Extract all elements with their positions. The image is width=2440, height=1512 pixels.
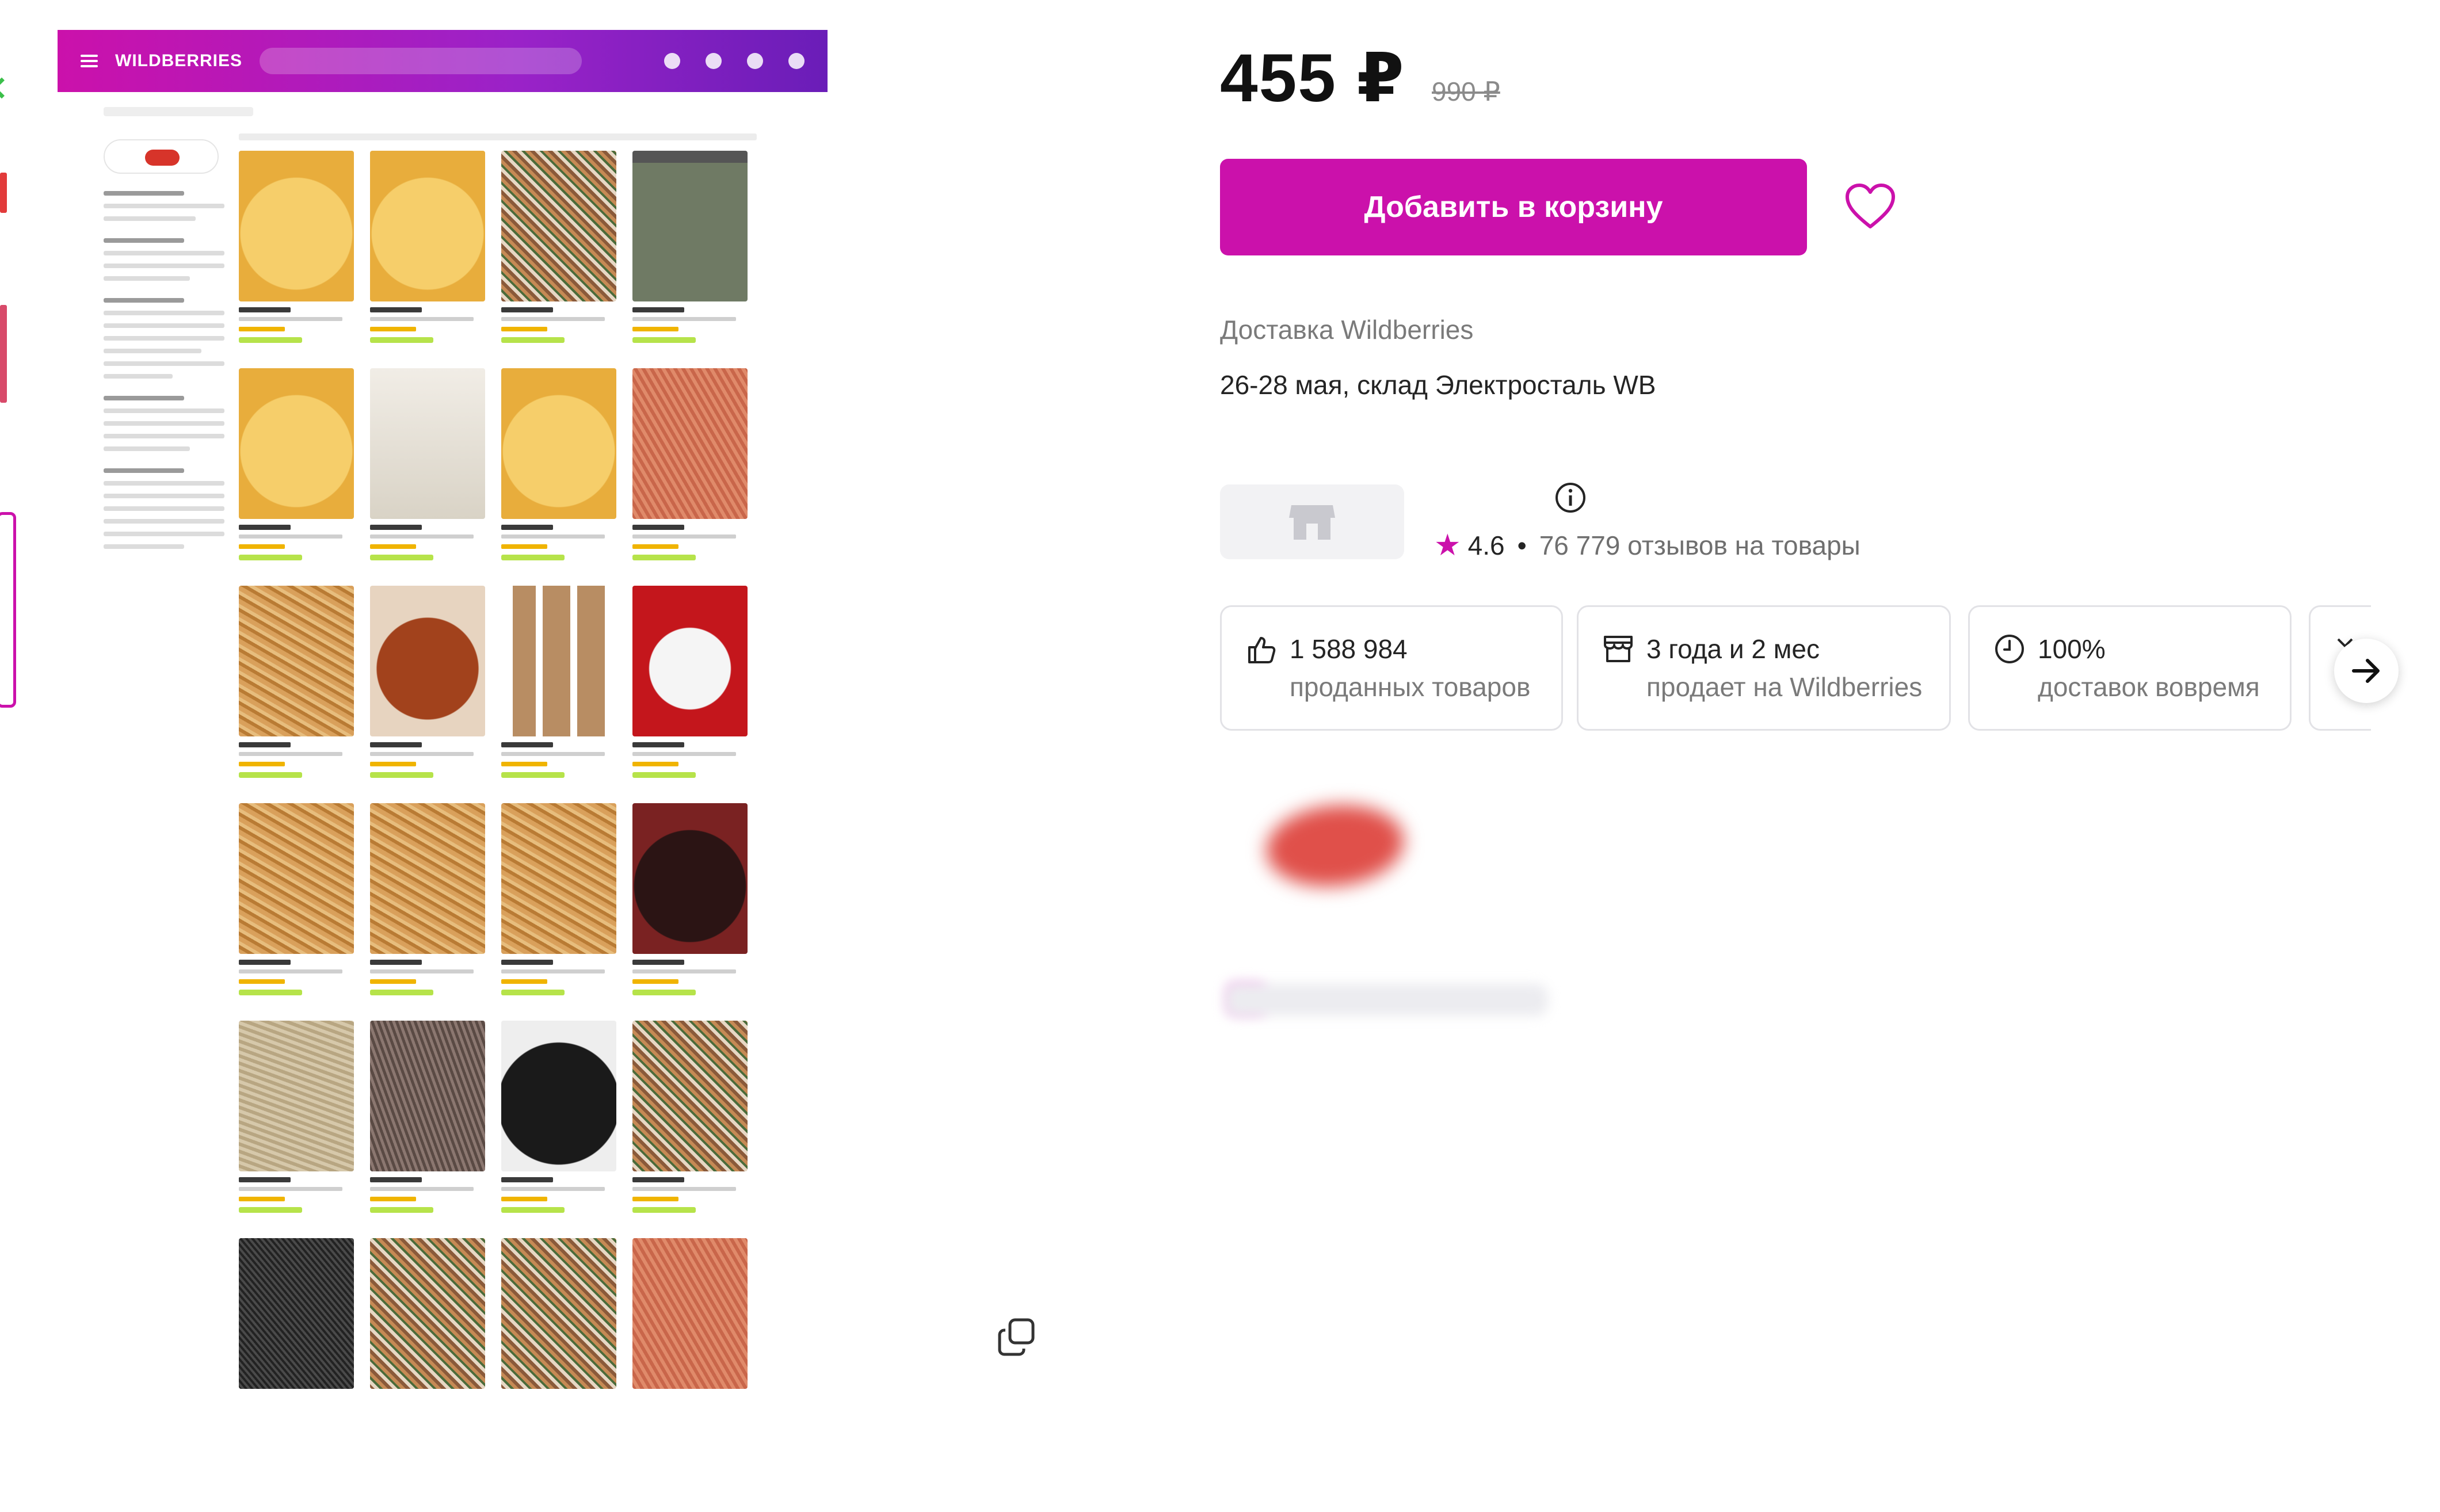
image-product-card [370, 1021, 485, 1238]
image-breadcrumb [104, 107, 253, 116]
copy-icon[interactable] [997, 1316, 1039, 1358]
image-product-card [632, 151, 748, 368]
stat-caption: продает на Wildberries [1646, 672, 1923, 702]
seller-rating-row[interactable]: ★ 4.6 • 76 779 отзывов на товары [1434, 528, 1860, 563]
image-product-card [239, 586, 354, 803]
store-icon [1604, 636, 1633, 662]
thumbnail-selected[interactable] [0, 512, 16, 708]
thumbs-up-icon [1248, 637, 1276, 663]
image-product-card [370, 803, 485, 1021]
image-product-card [501, 586, 616, 803]
stat-card-tenure: 3 года и 2 мес продает на Wildberries [1577, 605, 1951, 731]
image-product-card [370, 151, 485, 368]
image-filters-sidebar [104, 139, 224, 557]
image-product-card [501, 1021, 616, 1238]
stat-value: 1 588 984 [1290, 634, 1408, 664]
image-product-card [501, 151, 616, 368]
image-header-icons [664, 53, 805, 69]
menu-icon [81, 55, 98, 67]
image-product-card [239, 151, 354, 368]
thumbnail-image[interactable] [0, 305, 7, 403]
current-price: 455 ₽ [1220, 40, 1405, 116]
image-site-header: WILDBERRIES [58, 30, 828, 92]
add-to-cart-button[interactable]: Добавить в корзину [1220, 159, 1807, 255]
old-price: 990 ₽ [1432, 77, 1500, 106]
image-product-card [501, 368, 616, 586]
stat-value: 100% [2038, 634, 2106, 664]
stat-card-sold: 1 588 984 проданных товаров [1220, 605, 1563, 731]
thumb-scroll-arrow-icon[interactable] [0, 77, 13, 99]
seller-logo[interactable] [1220, 484, 1404, 559]
store-placeholder-icon [1289, 505, 1335, 540]
image-product-card [370, 586, 485, 803]
image-site-logo: WILDBERRIES [115, 51, 242, 70]
delivery-title: Доставка Wildberries [1220, 315, 1474, 345]
image-product-card [632, 1238, 748, 1411]
image-search-bar [260, 48, 582, 74]
info-icon[interactable] [1554, 481, 1587, 514]
thumbnail-image[interactable] [0, 173, 7, 213]
stat-card-ontime: 100% доставок вовремя [1968, 605, 2292, 731]
image-product-grid [239, 151, 748, 1411]
image-product-card [370, 1238, 485, 1411]
star-icon: ★ [1434, 529, 1461, 562]
seller-stats: 1 588 984 проданных товаров 3 года и 2 м… [1220, 605, 2371, 732]
brand-name-blurred[interactable] [1226, 984, 1548, 1016]
image-product-card [632, 1021, 748, 1238]
image-product-card [239, 803, 354, 1021]
image-product-card [370, 368, 485, 586]
stat-caption: проданных товаров [1290, 672, 1531, 702]
image-product-card [239, 1021, 354, 1238]
image-product-card [239, 368, 354, 586]
stat-caption: доставок вовремя [2038, 672, 2260, 702]
separator: • [1517, 530, 1527, 560]
stats-next-button[interactable] [2334, 639, 2399, 703]
image-product-card [632, 586, 748, 803]
clock-icon [1995, 635, 2024, 663]
image-product-card [239, 1238, 354, 1411]
arrow-right-icon [2352, 659, 2380, 683]
seller-reviews[interactable]: 76 779 отзывов на товары [1539, 530, 1860, 561]
image-product-card [501, 803, 616, 1021]
heart-icon[interactable] [1842, 178, 1899, 236]
image-product-card [632, 803, 748, 1021]
delivery-dates[interactable]: 26-28 мая, склад Электросталь WB [1220, 369, 1656, 400]
stat-value: 3 года и 2 мес [1646, 634, 1820, 664]
product-main-image[interactable]: WILDBERRIES [58, 30, 828, 1411]
image-product-card [501, 1238, 616, 1411]
page: WILDBERRIES 455 ₽ 990 ₽ Добавить в корзи… [0, 0, 2440, 1512]
seller-rating: 4.6 [1467, 530, 1505, 560]
image-product-card [632, 368, 748, 586]
brand-logo-blurred[interactable] [1262, 798, 1408, 894]
image-sort-bar [239, 133, 757, 140]
